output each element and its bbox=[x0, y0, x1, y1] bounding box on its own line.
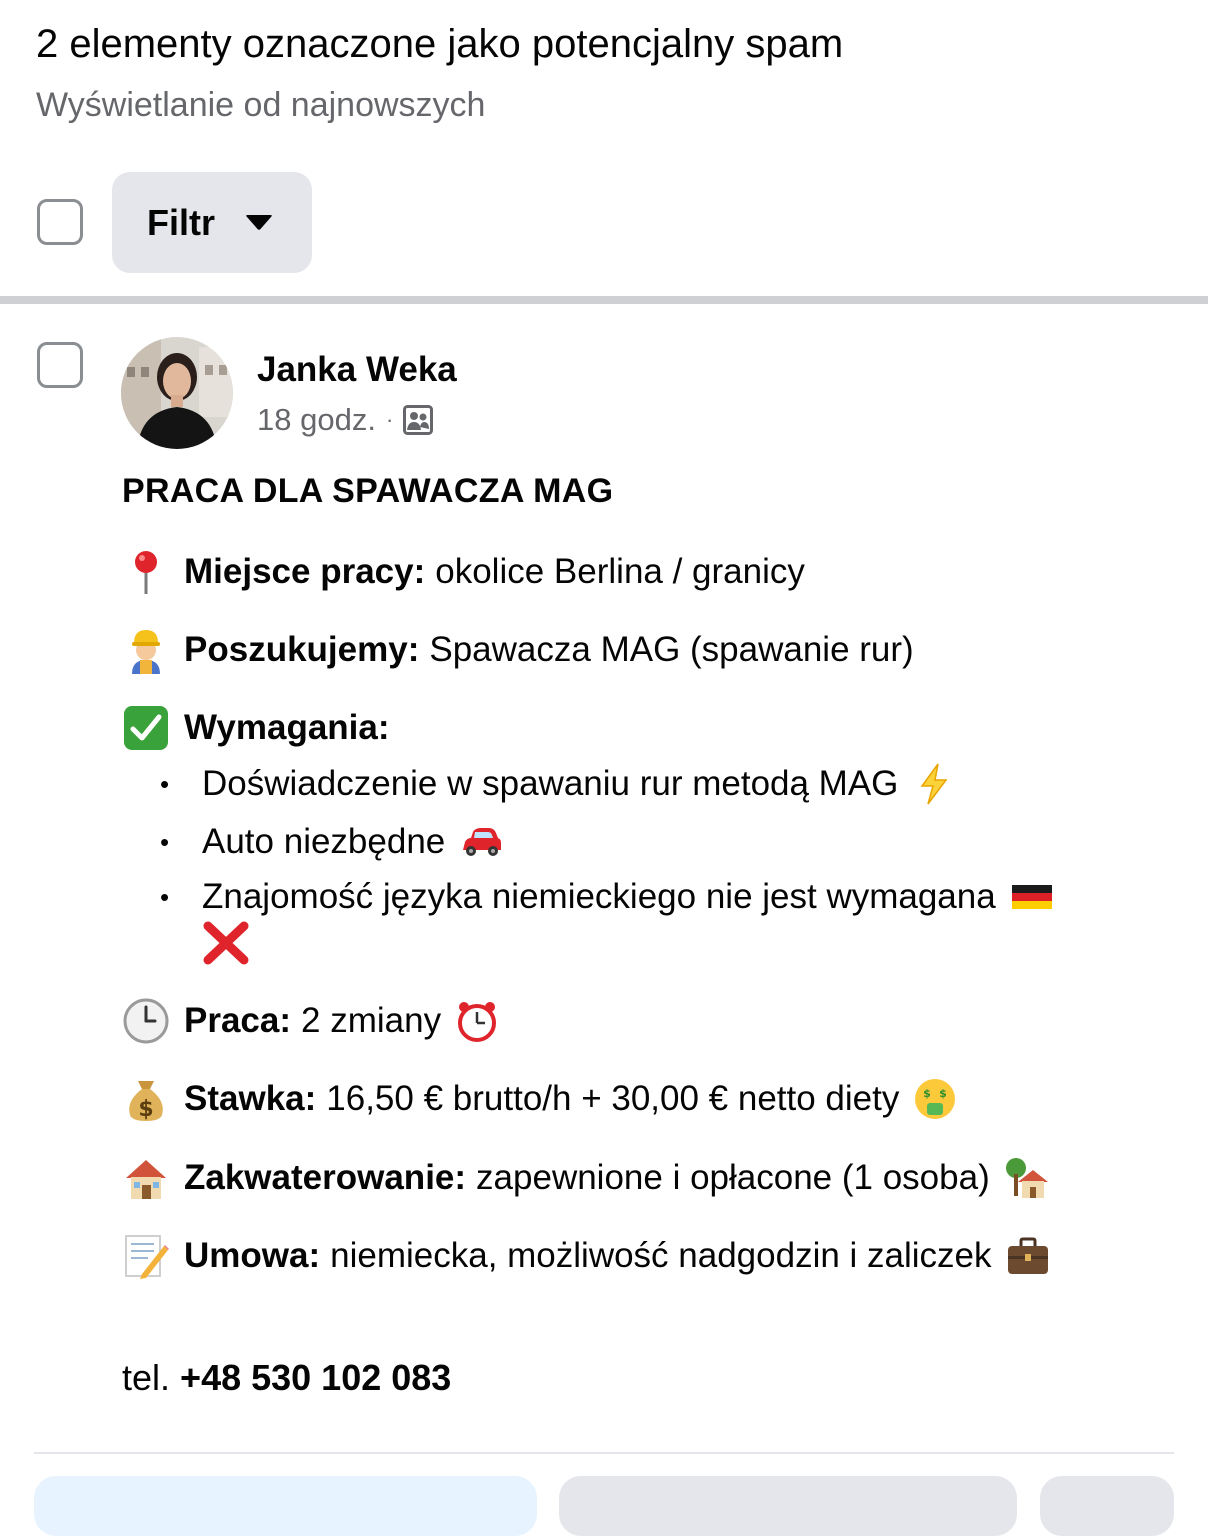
location-value: okolice Berlina / granicy bbox=[435, 552, 805, 591]
cross-mark-icon bbox=[203, 921, 249, 965]
alarm-clock-icon bbox=[458, 1002, 497, 1042]
shift-line: Praca: 2 zmiany bbox=[122, 997, 499, 1045]
house-icon bbox=[126, 1160, 166, 1199]
requirements-label: Wymagania: bbox=[184, 708, 390, 747]
svg-text:$: $ bbox=[924, 1087, 932, 1100]
requirements-line: Wymagania: bbox=[122, 704, 400, 752]
requirement-text: Znajomość języka niemieckiego nie jest w… bbox=[202, 877, 996, 916]
primary-action-button[interactable] bbox=[34, 1476, 537, 1536]
post-divider bbox=[34, 1452, 1174, 1454]
phone-line: tel. +48 530 102 083 bbox=[122, 1357, 451, 1399]
check-mark-button-icon bbox=[124, 706, 168, 750]
requirement-text: Doświadczenie w spawaniu rur metodą MAG bbox=[202, 764, 899, 803]
housing-line: Zakwaterowanie: zapewnione i opłacone (1… bbox=[122, 1154, 1048, 1202]
rate-label: Stawka: bbox=[184, 1079, 317, 1118]
seeking-line: Poszukujemy: Spawacza MAG (spawanie rur) bbox=[122, 626, 914, 674]
list-item: • Znajomość języka niemieckiego nie jest… bbox=[160, 875, 1054, 919]
money-bag-icon: $ bbox=[129, 1081, 163, 1122]
phone-number[interactable]: +48 530 102 083 bbox=[180, 1357, 451, 1398]
house-with-garden-icon bbox=[1005, 1158, 1048, 1198]
shift-value: 2 zmiany bbox=[301, 1001, 442, 1040]
seeking-value: Spawacza MAG (spawanie rur) bbox=[429, 630, 914, 669]
post-timestamp[interactable]: 18 godz. bbox=[257, 402, 376, 438]
filter-button-label: Filtr bbox=[147, 201, 215, 243]
memo-icon bbox=[125, 1235, 169, 1279]
requirement-text: Auto niezbędne bbox=[202, 822, 446, 861]
section-divider bbox=[0, 296, 1208, 304]
page-title: 2 elementy oznaczone jako potencjalny sp… bbox=[36, 22, 844, 66]
caret-down-icon bbox=[246, 214, 272, 230]
list-item: • Doświadczenie w spawaniu rur metodą MA… bbox=[160, 762, 956, 806]
briefcase-icon bbox=[1007, 1237, 1048, 1274]
svg-text:$: $ bbox=[940, 1087, 948, 1100]
post-select-checkbox[interactable] bbox=[37, 342, 83, 388]
money-mouth-face-icon: $ $ bbox=[915, 1079, 956, 1119]
bullet-glyph: • bbox=[160, 881, 170, 912]
sort-order-subtitle: Wyświetlanie od najnowszych bbox=[36, 86, 486, 124]
list-item: • Auto niezbędne bbox=[160, 820, 503, 864]
housing-label: Zakwaterowanie: bbox=[184, 1158, 467, 1197]
seeking-label: Poszukujemy: bbox=[184, 630, 420, 669]
phone-prefix: tel. bbox=[122, 1357, 171, 1398]
contract-line: Umowa: niemiecka, możliwość nadgodzin i … bbox=[122, 1232, 1050, 1280]
red-car-icon bbox=[463, 828, 502, 856]
secondary-action-button[interactable] bbox=[559, 1476, 1017, 1536]
group-members-icon bbox=[403, 405, 434, 435]
post-title: PRACA DLA SPAWACZA MAG bbox=[122, 472, 614, 510]
post-author-name[interactable]: Janka Weka bbox=[257, 350, 457, 390]
avatar[interactable] bbox=[121, 337, 233, 449]
rate-value: 16,50 € brutto/h + 30,00 € netto diety bbox=[326, 1079, 900, 1118]
svg-text:$: $ bbox=[138, 1097, 153, 1122]
bullet-glyph: • bbox=[160, 826, 170, 857]
filter-button[interactable]: Filtr bbox=[112, 172, 312, 273]
construction-worker-icon bbox=[132, 630, 160, 674]
high-voltage-icon bbox=[920, 763, 948, 805]
rate-line: $ Stawka: 16,50 € brutto/h + 30,00 € net… bbox=[122, 1075, 957, 1123]
location-line: Miejsce pracy: okolice Berlina / granicy bbox=[122, 548, 805, 596]
bullet-glyph: • bbox=[160, 768, 170, 799]
round-pushpin-icon bbox=[135, 551, 157, 594]
post-meta: 18 godz. · bbox=[257, 402, 434, 438]
contract-value: niemiecka, możliwość nadgodzin i zalicze… bbox=[330, 1236, 992, 1275]
select-all-checkbox[interactable] bbox=[37, 199, 83, 245]
housing-value: zapewnione i opłacone (1 osoba) bbox=[476, 1158, 990, 1197]
location-label: Miejsce pracy: bbox=[184, 552, 426, 591]
meta-separator: · bbox=[385, 407, 394, 432]
shift-label: Praca: bbox=[184, 1001, 292, 1040]
clock-icon bbox=[123, 998, 169, 1044]
more-options-button[interactable] bbox=[1040, 1476, 1174, 1536]
contract-label: Umowa: bbox=[184, 1236, 321, 1275]
germany-flag-icon bbox=[1011, 885, 1052, 909]
